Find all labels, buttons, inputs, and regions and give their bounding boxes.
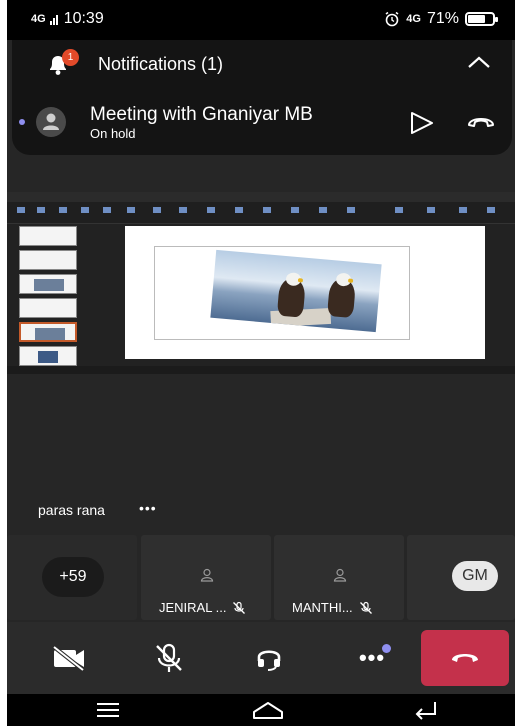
person-icon xyxy=(333,568,347,582)
battery-fill xyxy=(468,15,485,23)
headset-icon xyxy=(257,650,281,671)
home-icon[interactable] xyxy=(251,700,285,720)
battery-percent: 71% xyxy=(426,10,459,27)
shared-screen xyxy=(7,192,515,374)
unread-dot xyxy=(19,119,25,125)
slide-thumbnail xyxy=(19,298,77,318)
notifications-title[interactable]: Notifications (1) xyxy=(98,54,223,75)
slide-thumbnail-selected xyxy=(19,322,77,342)
notification-badge: 1 xyxy=(62,49,79,66)
audio-options-button[interactable] xyxy=(249,640,289,676)
battery-icon xyxy=(465,12,498,26)
mic-off-icon xyxy=(156,643,182,672)
mic-off-icon xyxy=(233,601,246,614)
status-bar: 4G 10:39 4G 71% xyxy=(7,0,515,40)
clock: 10:39 xyxy=(63,10,104,27)
mic-toggle-button[interactable] xyxy=(149,640,189,676)
participant-name: JENIRAL ... xyxy=(159,600,227,615)
participant-name: MANTHI... xyxy=(292,600,353,615)
more-options-button[interactable]: ••• xyxy=(349,640,395,676)
slide-thumbnails xyxy=(17,226,87,366)
camera-off-icon xyxy=(52,645,85,672)
alarm-icon xyxy=(385,11,399,27)
system-navigation-bar xyxy=(7,694,515,726)
image-selection-box xyxy=(154,246,410,340)
slide-thumbnail xyxy=(19,250,77,270)
secondary-network-indicator: 4G xyxy=(406,13,421,25)
leave-call-button[interactable] xyxy=(421,630,509,686)
slide-thumbnail xyxy=(19,346,77,366)
participant-tile[interactable]: JENIRAL ... xyxy=(141,535,271,620)
mic-off-icon xyxy=(359,601,372,614)
back-icon[interactable] xyxy=(413,700,439,720)
avatar[interactable]: GM xyxy=(452,561,498,591)
app-title-bar xyxy=(7,192,515,202)
presenter-more-button[interactable]: ••• xyxy=(139,500,157,516)
presenter-name: paras rana xyxy=(38,502,105,518)
signal-icon xyxy=(49,15,58,25)
network-indicator: 4G xyxy=(31,13,46,25)
notification-dot xyxy=(382,644,391,653)
person-icon xyxy=(200,568,214,582)
app-ribbon xyxy=(7,202,515,224)
person-icon xyxy=(43,113,59,130)
phone-screen: 4G 10:39 4G 71% 1 Notifications (1) Meet… xyxy=(7,0,515,726)
slide-canvas xyxy=(125,226,485,359)
slide-thumbnail xyxy=(19,226,77,246)
app-status-bar xyxy=(7,366,515,374)
resume-call-button[interactable] xyxy=(408,110,436,136)
menu-icon[interactable] xyxy=(95,702,121,718)
call-status: On hold xyxy=(90,126,136,141)
camera-toggle-button[interactable] xyxy=(49,640,89,676)
avatar xyxy=(36,107,66,137)
slide-thumbnail xyxy=(19,274,77,294)
notification-panel: 1 Notifications (1) Meeting with Gnaniya… xyxy=(12,40,512,155)
overflow-count[interactable]: +59 xyxy=(42,557,104,597)
call-controls: ••• xyxy=(7,622,515,694)
overflow-participants-tile[interactable]: +59 xyxy=(7,535,137,620)
meeting-title[interactable]: Meeting with Gnaniyar MB xyxy=(90,104,313,126)
eagles-photo xyxy=(210,249,382,333)
participant-tile[interactable]: MANTHI... xyxy=(274,535,404,620)
hang-up-button[interactable] xyxy=(466,114,496,130)
leave-call-icon xyxy=(452,654,478,662)
chevron-up-icon[interactable] xyxy=(466,52,492,72)
